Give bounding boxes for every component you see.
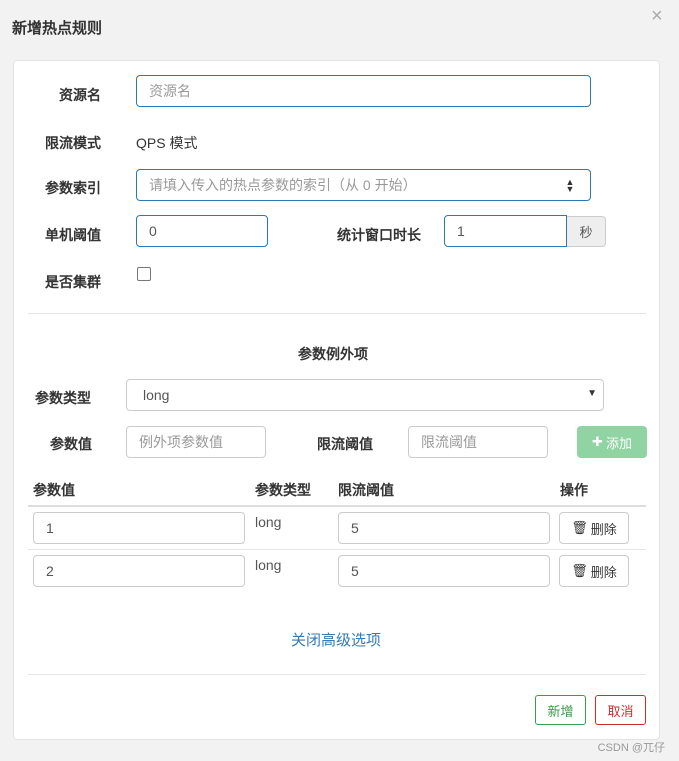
row-param-type: long	[255, 514, 282, 530]
delete-row-button[interactable]: 🗑 删除	[559, 555, 629, 587]
submit-button[interactable]: 新增	[535, 695, 586, 725]
row-param-type: long	[255, 557, 282, 573]
mode-value: QPS 模式	[136, 135, 198, 151]
chevron-down-icon: ▼	[587, 388, 597, 399]
param-index-input[interactable]	[136, 169, 591, 201]
col-header-param-value: 参数值	[33, 482, 75, 498]
add-exception-button[interactable]: ✚ 添加	[577, 426, 647, 458]
dialog-title: 新增热点规则	[12, 20, 103, 37]
close-advanced-link[interactable]: 关闭高级选项	[291, 629, 381, 650]
add-hotspot-rule-dialog: 新增热点规则 × 资源名 限流模式 QPS 模式 参数索引 ▲▼ 单机阈值 统计…	[0, 0, 679, 761]
row-param-value-input[interactable]	[33, 512, 245, 544]
resource-input[interactable]	[136, 75, 591, 107]
cancel-button[interactable]: 取消	[595, 695, 646, 725]
table-row-divider	[28, 549, 646, 550]
row-param-value-input[interactable]	[33, 555, 245, 587]
param-type-select[interactable]: long ▼	[126, 379, 604, 411]
limit-label: 限流阈值	[317, 436, 373, 452]
spinner-arrows-icon[interactable]: ▲ ▼	[565, 178, 575, 194]
window-unit-addon: 秒	[567, 216, 606, 247]
form-panel: 资源名 限流模式 QPS 模式 参数索引 ▲▼ 单机阈值 统计窗口时长 秒 是否…	[13, 60, 660, 740]
row-limit-input[interactable]	[338, 512, 550, 544]
mode-label: 限流模式	[45, 135, 101, 151]
param-type-selected: long	[143, 387, 170, 403]
plus-icon: ✚	[592, 434, 603, 449]
watermark: CSDN @兀仔	[597, 742, 665, 754]
exception-section-title: 参数例外项	[298, 346, 368, 362]
threshold-label: 单机阈值	[45, 227, 101, 243]
limit-input[interactable]	[408, 426, 548, 458]
param-value-label: 参数值	[50, 436, 92, 452]
close-icon[interactable]: ×	[651, 6, 663, 26]
add-exception-label: 添加	[605, 435, 632, 451]
window-label: 统计窗口时长	[337, 227, 421, 243]
col-header-limit: 限流阈值	[338, 482, 394, 498]
row-limit-input[interactable]	[338, 555, 550, 587]
table-header-divider	[28, 505, 646, 507]
col-header-param-type: 参数类型	[255, 482, 311, 498]
delete-label: 删除	[590, 521, 617, 537]
trash-icon: 🗑	[571, 520, 588, 535]
divider	[28, 313, 646, 314]
delete-row-button[interactable]: 🗑 删除	[559, 512, 629, 544]
resource-label: 资源名	[59, 87, 101, 103]
index-label: 参数索引	[45, 180, 101, 196]
window-input[interactable]	[444, 215, 567, 247]
trash-icon: 🗑	[571, 563, 588, 578]
footer-divider	[28, 674, 646, 675]
delete-label: 删除	[590, 564, 617, 580]
threshold-input[interactable]	[136, 215, 268, 247]
cluster-checkbox[interactable]	[137, 267, 151, 281]
param-value-input[interactable]	[126, 426, 266, 458]
param-type-label: 参数类型	[35, 390, 91, 406]
cluster-label: 是否集群	[45, 274, 101, 290]
col-header-action: 操作	[560, 482, 588, 498]
